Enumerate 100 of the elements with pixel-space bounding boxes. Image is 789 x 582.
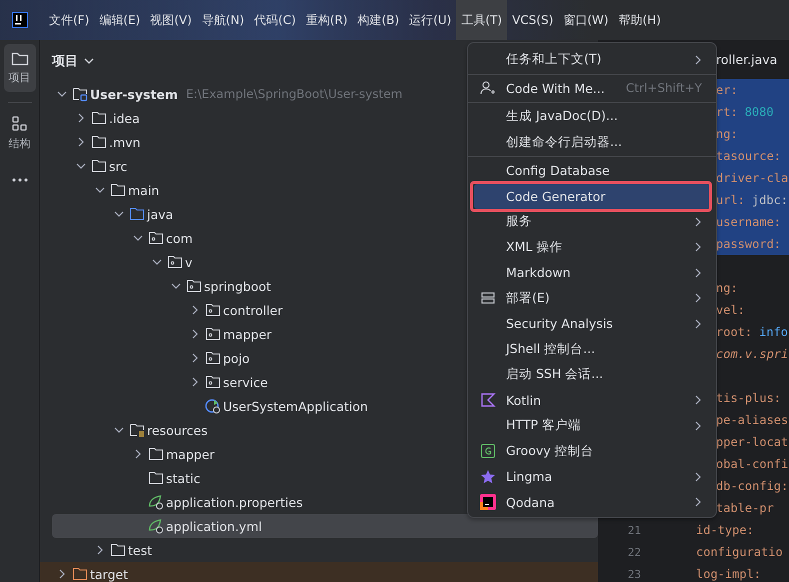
chevron-right-icon[interactable] [133, 449, 143, 459]
menu-bar-item[interactable]: 文件(F) [44, 0, 94, 40]
menu-item[interactable]: Qodana [474, 490, 710, 515]
menu-item[interactable]: Security Analysis [474, 311, 710, 336]
menu-item[interactable]: 任务和上下文(T) [474, 47, 710, 72]
star-icon [480, 468, 496, 485]
structure-icon [10, 115, 28, 133]
user-plus-icon [480, 80, 496, 96]
tree-row[interactable]: application.yml [52, 514, 598, 538]
menu-item[interactable]: 部署(E) [474, 286, 710, 311]
app-logo-icon [12, 12, 28, 28]
menu-item[interactable]: 创建命令行启动器... [474, 130, 710, 155]
panel-title[interactable]: 项目 [52, 52, 78, 70]
project-tool-button[interactable]: 项目 [4, 44, 36, 92]
chevron-down-icon[interactable] [84, 57, 94, 65]
tree-item-label: test [128, 542, 152, 558]
menu-item[interactable]: 服务 [474, 209, 710, 234]
menu-item[interactable]: Config Database [474, 158, 710, 184]
chevron-right-icon[interactable] [76, 113, 86, 123]
chevron-right-icon[interactable] [190, 377, 200, 387]
code-token: er: [716, 83, 738, 97]
project-path: E:\Example\SpringBoot\User-system [186, 87, 402, 101]
chevron-right-icon[interactable] [190, 329, 200, 339]
more-icon[interactable] [10, 177, 28, 183]
chevron-down-icon[interactable] [114, 425, 124, 435]
menu-item[interactable]: Markdown [474, 260, 710, 286]
code-token: obal-confi [716, 457, 788, 471]
menu-bar-item[interactable]: 工具(T) [456, 0, 508, 40]
package-icon [205, 350, 221, 366]
menu-bar-item[interactable]: 导航(N) [196, 0, 250, 40]
chevron-right-icon[interactable] [190, 353, 200, 363]
code-token: tasource: [716, 149, 782, 163]
shortcut-label: Ctrl+Shift+Y [626, 81, 702, 96]
code-token: driver-cla [716, 171, 788, 185]
package-icon [148, 230, 164, 246]
line-number: 22 [626, 546, 641, 558]
groovy-icon [480, 443, 496, 460]
code-token: tis-plus: [716, 391, 782, 405]
tree-item-label: java [147, 206, 174, 222]
tree-item-label: v [185, 254, 192, 270]
tree-item-label: main [128, 182, 160, 198]
chevron-right-icon[interactable] [57, 569, 67, 579]
menu-bar-item[interactable]: 编辑(E) [94, 0, 146, 40]
package-icon [205, 326, 221, 342]
menu-bar-item[interactable]: 重构(R) [300, 0, 353, 40]
folder-icon [72, 86, 88, 102]
code-token: url: [716, 193, 745, 207]
folder-icon [110, 182, 126, 198]
menu-item[interactable]: 启动 SSH 会话... [474, 362, 710, 388]
menu-bar-item[interactable]: 帮助(H) [613, 0, 666, 40]
tree-item-label: com [166, 230, 193, 246]
tree-item-label: static [166, 470, 200, 486]
chevron-down-icon[interactable] [133, 233, 143, 243]
menu-item[interactable]: Code With Me... Ctrl+Shift+Y [474, 76, 710, 101]
chevron-down-icon[interactable] [76, 161, 86, 171]
code-token: pper-locat [716, 435, 788, 449]
tree-row[interactable]: target [40, 562, 598, 582]
chevron-down-icon[interactable] [152, 257, 162, 267]
menu-bar-item[interactable]: 视图(V) [145, 0, 197, 40]
code-token: com.v.spri [716, 347, 788, 361]
chevron-right-icon[interactable] [190, 305, 200, 315]
menu-item[interactable]: Kotlin [474, 388, 710, 413]
code-token: ng: [716, 127, 738, 141]
code-token: ng: [716, 281, 738, 295]
chevron-right-icon[interactable] [76, 137, 86, 147]
structure-tool-button[interactable]: 结构 [4, 109, 36, 157]
menu-bar-item[interactable]: 构建(B) [352, 0, 404, 40]
menu-item[interactable]: JShell 控制台... [474, 336, 710, 362]
menu-bar-item[interactable]: VCS(S) [507, 0, 558, 40]
code-token: vel: [716, 303, 745, 317]
package-icon [186, 278, 202, 294]
menu-bar-item[interactable]: 窗口(W) [558, 0, 614, 40]
menu-bar-item[interactable]: 代码(C) [249, 0, 301, 40]
tree-item-label: springboot [204, 278, 272, 294]
menu-item[interactable]: HTTP 客户端 [474, 413, 710, 438]
tree-item-label: pojo [223, 350, 250, 366]
folder-icon [110, 542, 126, 558]
chevron-down-icon[interactable] [95, 185, 105, 195]
chevron-down-icon[interactable] [114, 209, 124, 219]
tree-item-label: controller [223, 302, 283, 318]
folder-icon [129, 422, 145, 438]
menu-bar-item[interactable]: 运行(U) [404, 0, 456, 40]
code-token: 8080 [744, 105, 774, 119]
menu-item[interactable]: Lingma [474, 464, 710, 490]
menu-item[interactable]: XML 操作 [474, 234, 710, 260]
leaf-icon [148, 494, 164, 510]
chevron-down-icon[interactable] [57, 89, 67, 99]
editor-tab[interactable]: roller.java [716, 52, 778, 67]
tree-item-label: resources [147, 422, 208, 438]
menu-item[interactable]: Code Generator [474, 184, 710, 209]
menu-item[interactable]: 生成 JavaDoc(D)... [474, 104, 710, 130]
code-token: db-config: [716, 479, 788, 493]
chevron-down-icon[interactable] [171, 281, 181, 291]
tree-item-label: application.yml [166, 518, 262, 534]
menu-item[interactable]: Groovy 控制台 [474, 438, 710, 464]
tree-item-label: User-system [90, 86, 178, 102]
code-token: id-type: [696, 523, 754, 537]
chevron-right-icon[interactable] [95, 545, 105, 555]
code-token: rt: [716, 105, 738, 119]
tree-row[interactable]: test [52, 538, 598, 562]
